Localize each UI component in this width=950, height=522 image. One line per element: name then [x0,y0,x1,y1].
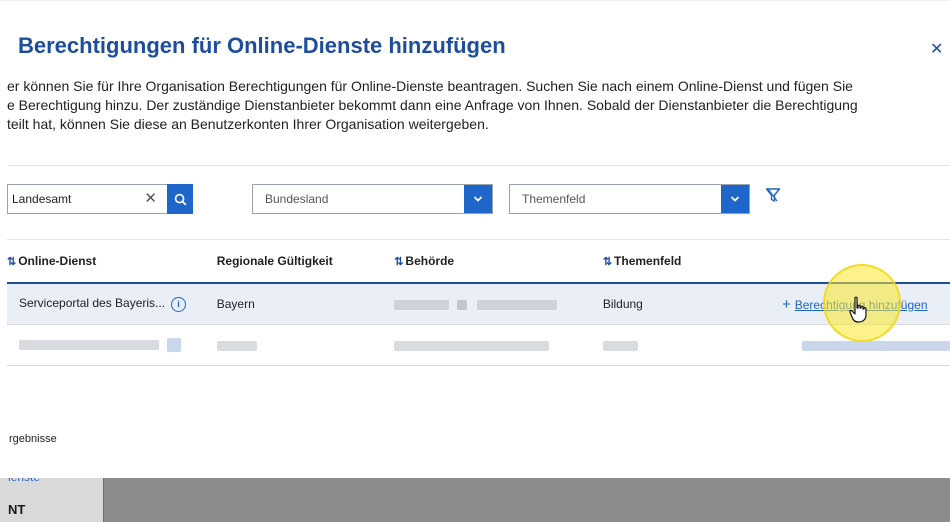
column-regionale-gueltigkeit: Regionale Gültigkeit [217,240,394,284]
sort-icon: ⇅ [602,256,613,268]
bundesland-select[interactable]: Bundesland [252,184,493,214]
chevron-down-icon [473,196,483,202]
cell-behoerde [394,324,603,366]
cell-action [781,324,950,366]
bundesland-select-value: Bundesland [265,192,329,206]
search-field: ✕ [7,184,167,214]
cell-action: + Berechtigung hinzufügen [781,283,950,325]
sort-icon: ⇅ [394,256,404,268]
search-input[interactable] [8,185,142,213]
intro-text: er können Sie für Ihre Organisation Bere… [7,77,950,134]
column-label: Themenfeld [614,254,682,268]
themenfeld-select[interactable]: Themenfeld [509,184,750,214]
bundesland-dropdown-button[interactable] [464,185,492,213]
online-services-table: ⇅ Online-Dienst Regionale Gültigkeit ⇅ Beh… [7,239,950,366]
sort-icon: ⇅ [7,256,17,268]
cell-regionale-gueltigkeit: Bayern [216,283,395,325]
filter-reset-icon [765,188,781,202]
search-icon [174,193,186,205]
search-box: ✕ [7,184,193,214]
background-sidebar-heading: NT [8,502,26,517]
reset-filter-button[interactable] [765,187,781,208]
divider [8,165,950,166]
plus-icon: + [781,295,791,313]
intro-line-2: e Berechtigung hinzu. Der zuständige Die… [7,97,858,113]
themenfeld-select-value: Themenfeld [522,192,586,206]
column-label: Behörde [405,254,455,268]
column-actions [782,240,950,284]
cell-themenfeld: Bildung [602,283,782,325]
column-themenfeld[interactable]: ⇅ Themenfeld [603,240,782,284]
column-behoerde[interactable]: ⇅ Behörde [394,240,603,284]
cell-online-dienst: Serviceportal des Bayeris... i [7,283,217,325]
cell-behoerde [394,283,603,325]
cell-regionale-gueltigkeit [216,324,395,366]
search-button[interactable] [167,184,193,214]
column-label: Regionale Gültigkeit [216,254,333,268]
table-row[interactable]: Serviceportal des Bayeris... i Bayern Bil… [7,283,950,325]
background-sidebar: ienste NT [0,470,104,522]
close-icon[interactable]: ✕ [930,39,943,59]
intro-line-3: teilt hat, können Sie diese an Benutzerk… [7,116,489,132]
add-permission-label: Berechtigung hinzufügen [794,297,928,312]
chevron-down-icon [730,196,740,202]
intro-line-1: er können Sie für Ihre Organisation Bere… [7,78,853,94]
cell-online-dienst [7,324,217,366]
dialog-title: Berechtigungen für Online-Dienste hinzuf… [18,33,506,58]
add-permission-link[interactable]: + Berechtigung hinzufügen [781,295,928,313]
cell-themenfeld [602,324,782,366]
service-name: Serviceportal des Bayeris... [19,296,166,311]
themenfeld-dropdown-button[interactable] [721,185,749,213]
modal-overlay [0,478,950,522]
info-icon[interactable]: i [171,296,187,312]
column-label: Online-Dienst [18,254,97,268]
results-count: rgebnisse [9,433,57,445]
add-permissions-dialog: Berechtigungen für Online-Dienste hinzuf… [0,0,950,478]
column-online-dienst[interactable]: ⇅ Online-Dienst [7,240,217,284]
table-header-row: ⇅ Online-Dienst Regionale Gültigkeit ⇅ Beh… [7,239,950,284]
clear-search-icon[interactable]: ✕ [144,189,157,207]
table-row[interactable] [7,324,950,366]
blurred-authority [394,299,450,310]
